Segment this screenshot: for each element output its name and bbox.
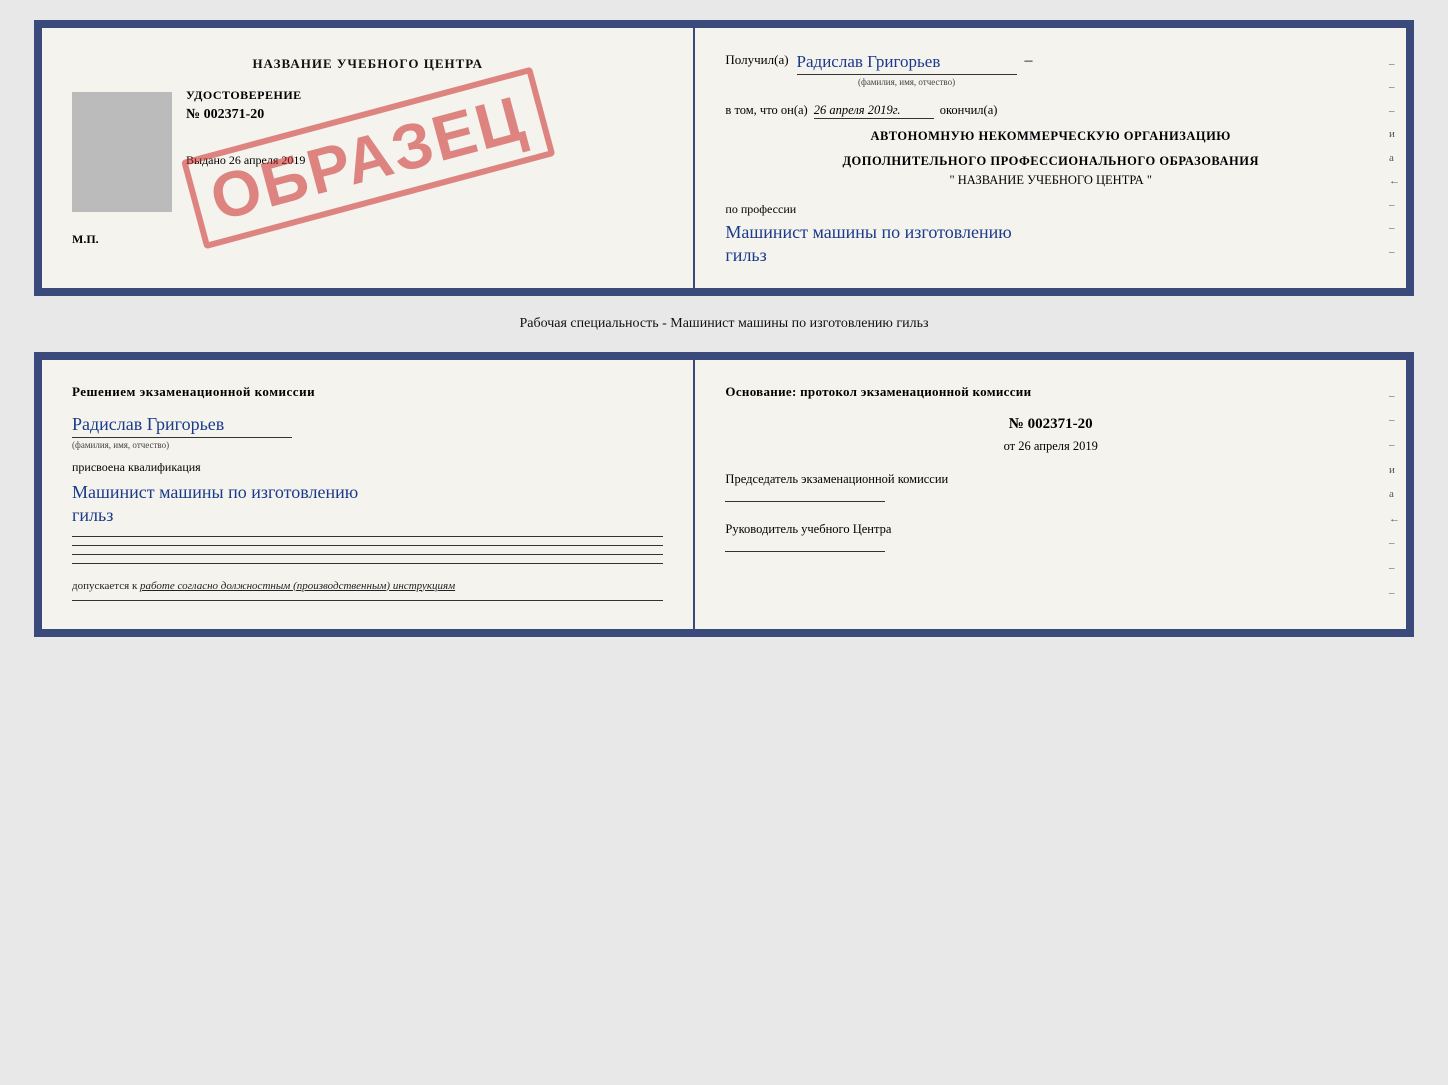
- fio-sub: (фамилия, имя, отчество): [797, 77, 1017, 87]
- b-prisvoena: присвоена квалификация: [72, 460, 663, 475]
- top-doc-right: Получил(а) Радислав Григорьев (фамилия, …: [695, 28, 1406, 288]
- b-qual-line2: гильз: [72, 505, 113, 525]
- b-qual-text: Машинист машины по изготовлению гильз: [72, 481, 663, 528]
- okonchil: окончил(а): [940, 103, 998, 118]
- vtom-date: 26 апреля 2019г.: [814, 103, 934, 119]
- b-line5: [72, 600, 663, 601]
- top-document: НАЗВАНИЕ УЧЕБНОГО ЦЕНТРА УДОСТОВЕРЕНИЕ №…: [34, 20, 1414, 296]
- side-marks-bottom: – – – и а ← – – –: [1389, 360, 1400, 629]
- side-marks: – – – и а ← – – –: [1389, 28, 1400, 288]
- b-dopusk: допускается к работе согласно должностны…: [72, 580, 663, 592]
- vtom-row: в том, что он(а) 26 апреля 2019г. окончи…: [725, 103, 1376, 119]
- br-ot: от: [1004, 439, 1016, 453]
- cert-date: Выдано 26 апреля 2019: [186, 153, 663, 168]
- vydano-label: Выдано: [186, 153, 226, 167]
- cert-label: УДОСТОВЕРЕНИЕ: [186, 88, 663, 103]
- org-line2: ДОПОЛНИТЕЛЬНОГО ПРОФЕССИОНАЛЬНОГО ОБРАЗО…: [725, 154, 1376, 169]
- b-name-block: Радислав Григорьев (фамилия, имя, отчест…: [72, 414, 663, 450]
- b-fio-sub: (фамилия, имя, отчество): [72, 440, 663, 450]
- br-date: от 26 апреля 2019: [725, 439, 1376, 454]
- profession-text: Машинист машины по изготовлению гильз: [725, 221, 1376, 268]
- recipient-row: Получил(а) Радислав Григорьев (фамилия, …: [725, 52, 1376, 87]
- vydano-value: 26 апреля 2019: [229, 153, 305, 167]
- br-sign-line1: [725, 501, 885, 502]
- b-line3: [72, 554, 663, 555]
- received-label: Получил(а): [725, 52, 788, 68]
- specialty-label: Рабочая специальность - Машинист машины …: [511, 312, 936, 336]
- prof-line2: гильз: [725, 245, 766, 265]
- vtom-label: в том, что он(а): [725, 103, 807, 118]
- recipient-name: Радислав Григорьев: [797, 52, 1017, 75]
- recipient-block: Радислав Григорьев (фамилия, имя, отчест…: [797, 52, 1017, 87]
- cert-number: № 002371-20: [186, 107, 663, 123]
- bottom-doc-left: Решением экзаменационной комиссии Радисл…: [42, 360, 695, 629]
- br-osnov: Основание: протокол экзаменационной коми…: [725, 384, 1376, 400]
- po-professii: по профессии: [725, 202, 1376, 217]
- prof-line1: Машинист машины по изготовлению: [725, 222, 1011, 242]
- dash: –: [1025, 52, 1033, 70]
- top-doc-title: НАЗВАНИЕ УЧЕБНОГО ЦЕНТРА: [72, 56, 663, 72]
- bottom-document: Решением экзаменационной комиссии Радисл…: [34, 352, 1414, 637]
- bottom-doc-right: Основание: протокол экзаменационной коми…: [695, 360, 1406, 629]
- br-number: № 002371-20: [725, 416, 1376, 433]
- br-rukovoditel: Руководитель учебного Центра: [725, 522, 1376, 537]
- b-qual-line1: Машинист машины по изготовлению: [72, 482, 358, 502]
- br-predsedatel: Председатель экзаменационной комиссии: [725, 472, 1376, 487]
- b-dopusk-label: допускается к: [72, 580, 137, 592]
- org-line1: АВТОНОМНУЮ НЕКОММЕРЧЕСКУЮ ОРГАНИЗАЦИЮ: [725, 129, 1376, 144]
- b-title: Решением экзаменационной комиссии: [72, 384, 663, 400]
- top-doc-left: НАЗВАНИЕ УЧЕБНОГО ЦЕНТРА УДОСТОВЕРЕНИЕ №…: [42, 28, 695, 288]
- org-name: " НАЗВАНИЕ УЧЕБНОГО ЦЕНТРА ": [725, 173, 1376, 188]
- b-dopusk-text: работе согласно должностным (производств…: [140, 580, 455, 592]
- b-line2: [72, 545, 663, 546]
- b-name: Радислав Григорьев: [72, 414, 292, 438]
- b-line1: [72, 536, 663, 537]
- cert-text: УДОСТОВЕРЕНИЕ № 002371-20 Выдано 26 апре…: [186, 88, 663, 168]
- mp-label: М.П.: [72, 232, 663, 247]
- br-sign-line2: [725, 551, 885, 552]
- br-date-value: 26 апреля 2019: [1018, 439, 1098, 453]
- photo-placeholder: [72, 92, 172, 212]
- b-line4: [72, 563, 663, 564]
